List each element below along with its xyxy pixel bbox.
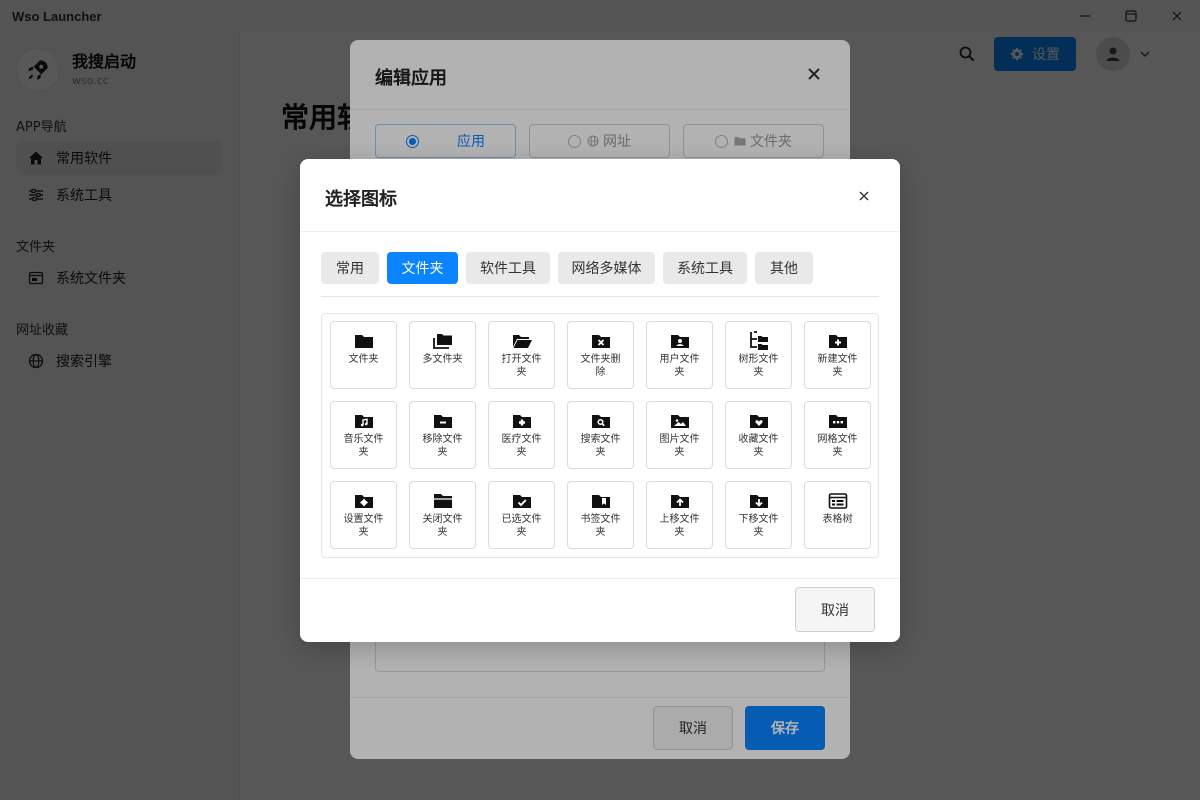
category-tab-active[interactable]: 文件夹 (387, 252, 458, 284)
category-tabs: 常用 文件夹 软件工具 网络多媒体 系统工具 其他 (321, 252, 821, 284)
close-icon[interactable] (858, 190, 870, 202)
folder-open-icon (512, 335, 532, 348)
folder-image-icon (670, 415, 689, 428)
folder-plus-icon (828, 335, 847, 348)
icon-tile[interactable]: 设置文件夹 (330, 481, 397, 549)
category-tab[interactable]: 网络多媒体 (558, 252, 655, 284)
icon-tile[interactable]: 文件夹 (330, 321, 397, 389)
icon-dialog-header: 选择图标 (300, 159, 900, 232)
icon-tile[interactable]: 音乐文件夹 (330, 401, 397, 469)
icon-tile[interactable]: 搜索文件夹 (567, 401, 634, 469)
icon-tile[interactable]: 移除文件夹 (409, 401, 476, 469)
icon-tile-label: 收藏文件夹 (738, 434, 779, 458)
icon-tile[interactable]: 网格文件夹 (804, 401, 871, 469)
icon-grid: 文件夹 多文件夹 打开文件夹 文件夹删除 用户文件夹 树形文件夹 新建文件夹音乐文件夹 移除文… (321, 313, 879, 558)
icon-tile-label: 上移文件夹 (659, 514, 700, 538)
folder-tree-icon (749, 331, 768, 350)
icon-tile-label: 网格文件夹 (817, 434, 858, 458)
icon-tile[interactable]: 下移文件夹 (725, 481, 792, 549)
icon-tile-label: 搜索文件夹 (580, 434, 621, 458)
icon-tile[interactable]: 新建文件夹 (804, 321, 871, 389)
icon-tile[interactable]: 图片文件夹 (646, 401, 713, 469)
icon-tile[interactable]: 医疗文件夹 (488, 401, 555, 469)
icon-tile-label: 图片文件夹 (659, 434, 700, 458)
icon-tile-label: 设置文件夹 (343, 514, 384, 538)
category-tab[interactable]: 软件工具 (466, 252, 550, 284)
table-tree-icon (828, 493, 847, 509)
icon-tile[interactable]: 文件夹删除 (567, 321, 634, 389)
folder-music-icon (354, 415, 373, 428)
icon-tile[interactable]: 已选文件夹 (488, 481, 555, 549)
icon-tile[interactable]: 表格树 (804, 481, 871, 549)
icon-tile[interactable]: 收藏文件夹 (725, 401, 792, 469)
category-tab[interactable]: 其他 (755, 252, 813, 284)
category-tab[interactable]: 常用 (321, 252, 379, 284)
icon-tile[interactable]: 书签文件夹 (567, 481, 634, 549)
folder-bookmark-icon (591, 495, 610, 508)
icon-tile[interactable]: 用户文件夹 (646, 321, 713, 389)
icon-tile[interactable]: 上移文件夹 (646, 481, 713, 549)
folders-icon (432, 334, 452, 349)
select-icon-dialog: 选择图标 常用 文件夹 软件工具 网络多媒体 系统工具 其他 文件夹 多文件夹 打开… (300, 159, 900, 642)
folder-user-icon (670, 335, 689, 348)
icon-tile-label: 表格树 (822, 514, 853, 525)
folder-delete-icon (591, 335, 610, 348)
icon-tile-label: 书签文件夹 (580, 514, 621, 538)
folder-grid-icon (828, 415, 847, 428)
folder-search-icon (591, 415, 610, 428)
folder-icon (354, 335, 373, 348)
icon-tile-label: 下移文件夹 (738, 514, 779, 538)
icon-tile[interactable]: 树形文件夹 (725, 321, 792, 389)
icon-tile-label: 已选文件夹 (501, 514, 542, 538)
folder-cog-icon (354, 495, 373, 508)
divider (321, 296, 879, 297)
icon-tile-label: 多文件夹 (422, 354, 463, 365)
icon-tile-label: 医疗文件夹 (501, 434, 542, 458)
icon-cancel-button[interactable]: 取消 (795, 587, 875, 632)
category-tab[interactable]: 系统工具 (663, 252, 747, 284)
icon-dialog-title: 选择图标 (325, 189, 397, 210)
icon-tile-label: 关闭文件夹 (422, 514, 463, 538)
folder-down-icon (749, 495, 768, 508)
icon-tile-label: 树形文件夹 (738, 354, 779, 378)
icon-tile-label: 打开文件夹 (501, 354, 542, 378)
icon-tile-label: 文件夹删除 (580, 354, 621, 378)
icon-tile-label: 移除文件夹 (422, 434, 463, 458)
folder-minus-icon (433, 415, 452, 428)
icon-tile[interactable]: 打开文件夹 (488, 321, 555, 389)
folder-up-icon (670, 495, 689, 508)
icon-tile[interactable]: 多文件夹 (409, 321, 476, 389)
icon-tile-label: 用户文件夹 (659, 354, 700, 378)
folder-medical-icon (512, 415, 531, 428)
icon-tile[interactable]: 关闭文件夹 (409, 481, 476, 549)
folder-closed-icon (433, 494, 452, 508)
folder-heart-icon (749, 415, 768, 428)
icon-tile-label: 新建文件夹 (817, 354, 858, 378)
icon-tile-label: 音乐文件夹 (343, 434, 384, 458)
icon-tile-label: 文件夹 (348, 354, 379, 365)
icon-dialog-footer: 取消 (300, 578, 900, 642)
folder-check-icon (512, 495, 531, 508)
